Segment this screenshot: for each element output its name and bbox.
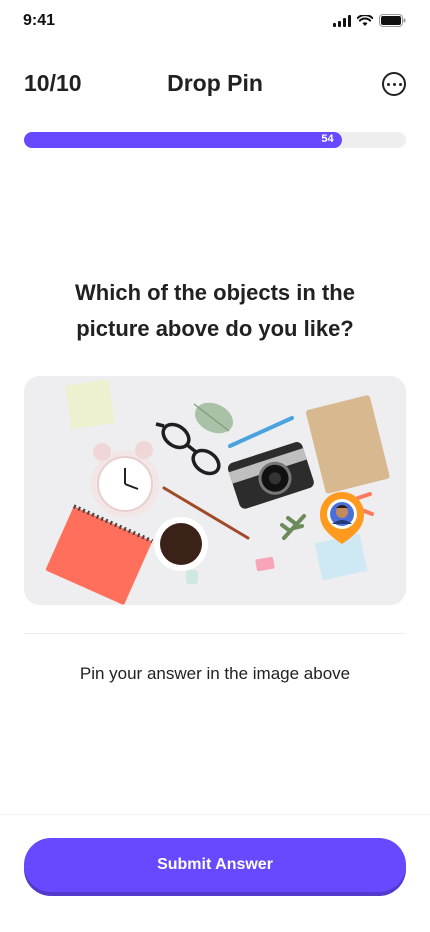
progress-bar: 54 [24,132,406,148]
header: 10/10 Drop Pin [0,62,430,106]
hint-text: Pin your answer in the image above [79,664,351,683]
more-dot [392,82,396,86]
battery-icon [379,14,406,27]
more-circle-icon [386,82,390,86]
signal-icon [333,14,351,27]
divider [24,633,406,634]
status-time: 9:41 [23,12,56,29]
submit-answer-button[interactable]: Submit Answer [24,838,406,892]
status-icons [333,14,406,27]
sticky-note [65,379,115,430]
status-bar: 9:41 [0,0,430,44]
question-text: Which of the objects in the picture abov… [75,280,355,341]
footer-divider [0,814,430,815]
question-image[interactable] [24,376,406,605]
progress-fill: 54 [24,132,342,148]
desk-objects-photo[interactable] [24,376,406,605]
more-dot [398,82,402,86]
alarm-clock [91,441,159,518]
more-options-button[interactable] [382,72,406,96]
wifi-icon [357,14,373,26]
progress-label: 54 [321,133,334,145]
page-title: Drop Pin [167,70,263,96]
